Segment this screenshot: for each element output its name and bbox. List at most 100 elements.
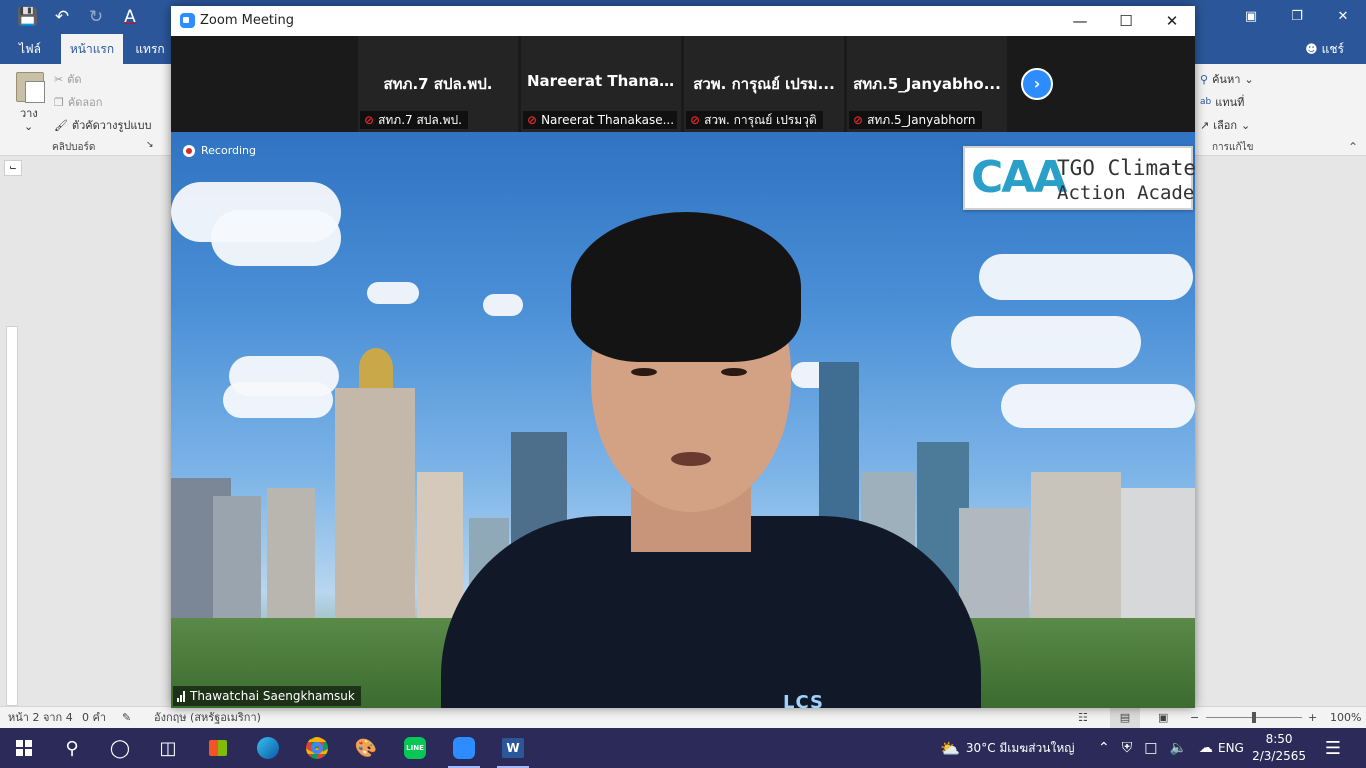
format-painter-button[interactable]: 🖌 ตัวคัดวางรูปแบบ [54,116,151,134]
find-button[interactable]: ⚲ ค้นหา ⌄ [1200,70,1254,88]
chevron-down-icon: ⌄ [1244,72,1254,86]
word-count[interactable]: 0 คำ [82,707,106,729]
cloud [211,210,341,266]
web-layout-icon[interactable]: ▣ [1158,707,1168,729]
replace-label: แทนที่ [1215,96,1245,109]
clipboard-launcher-icon[interactable]: ↘ [146,140,154,150]
quick-access-toolbar: 💾 ↶ ↻ A [0,0,144,34]
paste-dropdown-icon[interactable]: ⌄ [24,120,33,133]
start-button[interactable] [0,728,48,768]
editing-group-label: การแก้ไข [1212,142,1254,153]
select-label: เลือก [1213,119,1237,132]
page-count[interactable]: หน้า 2 จาก 4 [8,707,73,729]
vertical-ruler[interactable] [6,326,18,706]
active-speaker-video[interactable]: LCS Recording CAA TGO Climate Action Aca… [171,132,1195,708]
edge-icon[interactable] [244,728,292,768]
participant-tile[interactable]: สวพ. การุณย์ เปรม... ⊘ สวพ. การุณย์ เปรมว… [684,36,844,132]
input-language[interactable]: ENG [1218,728,1244,768]
line-icon[interactable]: LINE [391,728,439,768]
tab-home[interactable]: หน้าแรก [61,34,123,64]
search-icon[interactable]: ⚲ [48,728,96,768]
notifications-icon[interactable]: ☰ [1310,728,1356,768]
chevron-down-icon: ⌄ [1241,118,1251,132]
zoom-out-button[interactable]: − [1190,707,1199,729]
cloud [951,316,1141,368]
word-close-icon[interactable]: ✕ [1320,0,1366,34]
ribbon-display-icon[interactable]: ▣ [1228,0,1274,34]
onedrive-icon[interactable]: ☁ [1199,740,1213,756]
recording-indicator[interactable]: Recording [183,144,256,157]
word-restore-icon[interactable]: ❐ [1274,0,1320,34]
tab-file[interactable]: ไฟล์ [8,34,52,64]
collapse-ribbon-icon[interactable]: ⌃ [1348,140,1358,154]
cloud [223,382,333,418]
cloud [979,254,1193,300]
participant-display-name: สทภ.5_Janyabho... [853,75,1001,93]
participant-tile[interactable]: Nareerat Thana... ⊘ Nareerat Thanakase... [521,36,681,132]
cortana-icon[interactable]: ◯ [96,728,144,768]
minimize-icon[interactable]: — [1057,6,1103,36]
participant-label: ⊘ Nareerat Thanakase... [523,111,677,129]
read-mode-icon[interactable]: ☷ [1078,707,1088,729]
proofing-icon[interactable]: ✎ [122,707,131,729]
cloud [1001,384,1195,428]
participant-tile[interactable]: สทภ.7 สปล.พป. ⊘ สทภ.7 สปล.พป. [358,36,518,132]
caa-logo-mark: CAA [971,152,1067,203]
replace-button[interactable]: ab แทนที่ [1200,93,1244,111]
font-color-icon[interactable]: A [116,7,144,27]
copy-button[interactable]: ❐ คัดลอก [54,93,102,111]
mic-muted-icon: ⊘ [527,113,538,127]
chrome-icon[interactable] [293,728,341,768]
clock-date: 2/3/2565 [1252,749,1306,763]
close-icon[interactable]: ✕ [1149,6,1195,36]
weather-widget[interactable]: ⛅ 30°C มีเมฆส่วนใหญ่ [940,728,1074,768]
word-taskbar-icon[interactable]: W [489,728,537,768]
participant-tile[interactable]: สทภ.5_Janyabho... ⊘ สทภ.5_Janyabhorn [847,36,1007,132]
magnifier-icon: ⚲ [1200,72,1209,86]
chevron-right-icon: › [1033,74,1041,93]
undo-icon[interactable]: ↶ [48,7,76,27]
paint-icon[interactable]: 🎨 [342,728,390,768]
maximize-icon[interactable]: ☐ [1103,6,1149,36]
network-icon[interactable]: □ [1144,740,1157,756]
word-window-controls: ▣ ❐ ✕ [1228,0,1366,34]
cut-label: ตัด [67,73,82,86]
next-page-button[interactable]: › [1021,68,1053,100]
cut-button[interactable]: ✂ ตัด [54,70,82,88]
zoom-level[interactable]: 100% [1330,707,1361,729]
cloud [483,294,523,316]
chevron-up-icon[interactable]: ⌃ [1098,740,1110,756]
participant-label-text: Nareerat Thanakase... [541,113,675,127]
select-button[interactable]: ↗ เลือก ⌄ [1200,116,1250,134]
share-button[interactable]: ☻ แชร์ [1305,34,1344,64]
participant-display-name: สวพ. การุณย์ เปรม... [693,75,835,93]
task-view-icon[interactable]: ◫ [144,728,192,768]
paste-icon[interactable] [16,72,45,103]
mic-muted-icon: ⊘ [364,113,375,127]
zoom-slider-thumb[interactable] [1252,712,1256,723]
copy-label: คัดลอก [67,96,103,109]
tab-insert[interactable]: แทรก [128,34,172,64]
format-painter-label: ตัวคัดวางรูปแบบ [71,119,152,132]
caa-logo: CAA TGO Climate Action Academy [963,146,1195,210]
replace-icon: ab [1200,97,1212,107]
language-indicator[interactable]: อังกฤษ (สหรัฐอเมริกา) [154,707,261,729]
mic-muted-icon: ⊘ [853,113,864,127]
zoom-taskbar-icon[interactable] [440,728,488,768]
security-icon[interactable]: ⛨ [1122,740,1133,756]
print-layout-icon[interactable]: ▤ [1110,707,1140,729]
participant-label: ⊘ สทภ.7 สปล.พป. [360,111,468,129]
clock[interactable]: 8:50 2/3/2565 [1252,731,1306,765]
participant-label-text: สทภ.7 สปล.พป. [378,113,462,127]
zoom-titlebar: Zoom Meeting — ☐ ✕ [171,6,1195,36]
zoom-in-button[interactable]: + [1308,707,1317,729]
redo-icon[interactable]: ↻ [82,7,110,27]
volume-icon[interactable]: 🔈 [1169,740,1186,756]
person-eye [631,368,657,376]
speaker-name-label: Thawatchai Saengkhamsuk [173,686,361,706]
scissors-icon: ✂ [54,72,64,86]
store-icon[interactable] [194,728,242,768]
system-tray: ⌃ ⛨ □ 🔈 ☁ [1098,728,1213,768]
save-icon[interactable]: 💾 [14,7,42,27]
tab-selector-icon[interactable]: ⌙ [4,160,22,176]
